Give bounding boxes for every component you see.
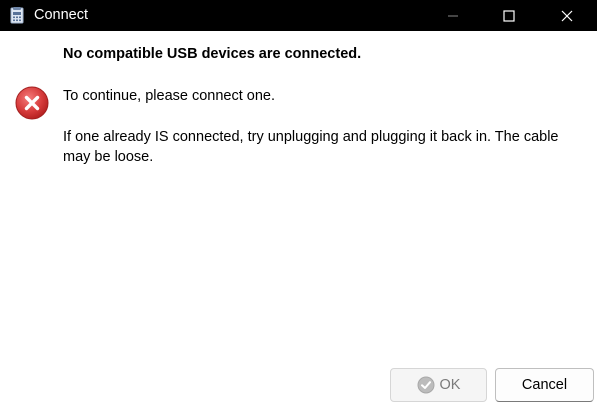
message-heading: No compatible USB devices are connected. [63,46,362,62]
title-bar[interactable]: Connect [0,0,597,31]
ok-button-label: OK [439,377,461,393]
message-line-2: If one already IS connected, try unplugg… [63,129,559,165]
ok-button[interactable]: OK [390,368,487,402]
maximize-icon [503,9,515,22]
error-icon [15,86,49,120]
minimize-button[interactable] [431,0,475,31]
cancel-button-label: Cancel [521,377,568,393]
connect-dialog: Connect No compatible USB devices are co… [0,0,597,405]
close-icon [561,10,573,21]
window-title: Connect [34,7,89,23]
app-icon [10,7,24,24]
check-circle-icon [417,376,435,394]
close-button[interactable] [545,0,589,31]
minimize-icon [448,15,458,16]
maximize-button[interactable] [487,0,531,31]
message-line-1: To continue, please connect one. [63,88,276,104]
cancel-button[interactable]: Cancel [495,368,594,402]
